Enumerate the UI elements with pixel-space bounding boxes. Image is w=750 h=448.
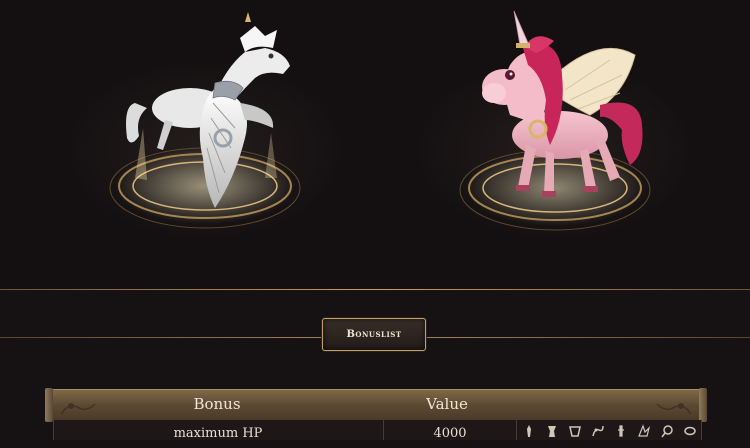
mount-showcase xyxy=(0,0,750,290)
bonuslist-tab-button[interactable]: Bonuslist xyxy=(322,318,426,351)
bonus-cell: maximum HP xyxy=(173,426,263,441)
class-icons-cell xyxy=(516,420,701,440)
value-cell: 4000 xyxy=(383,420,516,441)
bonus-table-header: Bonus Value xyxy=(45,388,707,422)
white-pegasus-mount xyxy=(95,8,315,238)
warrior-icon xyxy=(526,425,531,437)
pink-unicorn-mount xyxy=(450,5,670,240)
header-left-cap xyxy=(45,388,53,422)
lycan-icon xyxy=(617,425,624,437)
ninja-icon xyxy=(547,426,556,437)
shaman-icon xyxy=(591,425,604,437)
column-header-bonus: Bonus xyxy=(193,395,241,413)
header-ornament-right xyxy=(656,403,692,415)
header-ornament-left xyxy=(60,403,96,415)
header-right-cap xyxy=(699,388,707,422)
column-header-value: Value xyxy=(426,395,468,413)
mount-icon xyxy=(637,424,650,437)
top-divider-line xyxy=(0,289,750,290)
table-row: maximum HP 4000 xyxy=(53,420,702,441)
ring-icon xyxy=(660,425,673,438)
sura-icon xyxy=(568,426,581,437)
shoe-icon xyxy=(683,426,696,436)
